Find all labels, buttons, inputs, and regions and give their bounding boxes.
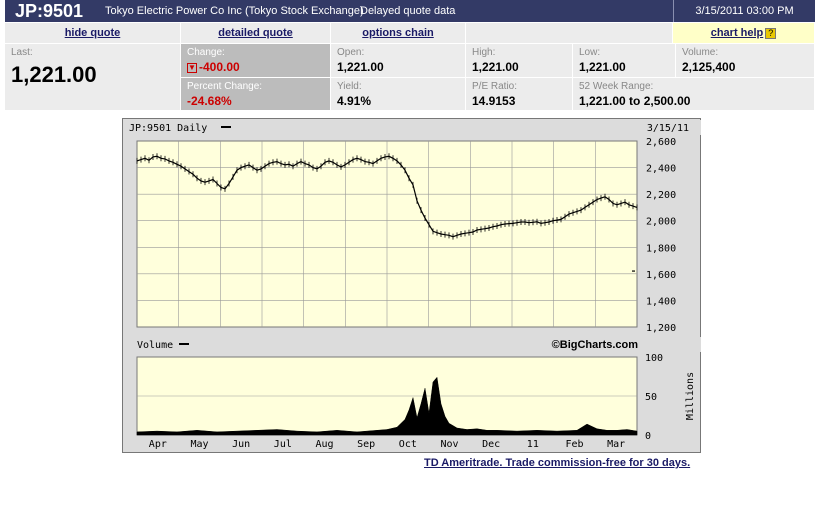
percent-change-label: Percent Change: (187, 81, 263, 92)
open-label: Open: (337, 47, 365, 58)
hide-quote-link[interactable]: hide quote (65, 27, 121, 39)
month-xtick-label: Nov (440, 439, 458, 450)
month-xtick-label: May (190, 439, 208, 450)
empty-link-cell (466, 23, 673, 43)
quote-datetime: 3/15/2011 03:00 PM (673, 0, 815, 22)
month-xtick-label: 11 (527, 439, 539, 450)
open-cell: Open: 1,221.00 (331, 44, 466, 78)
volume-ytick-label: 50 (645, 392, 657, 403)
volume-cell: Volume: 2,125,400 (676, 44, 815, 78)
hide-quote-cell: hide quote (5, 23, 181, 43)
last-price: 1,221.00 (11, 62, 97, 87)
month-xtick-label: Oct (399, 439, 417, 450)
week-range-label: 52 Week Range: (579, 81, 654, 92)
month-xtick-label: Dec (482, 439, 500, 450)
pe-ratio-cell: P/E Ratio: 14.9153 (466, 78, 573, 111)
price-chart-title: JP:9501 Daily (129, 123, 207, 134)
chart-svg: JP:9501 Daily 3/15/11 1,200 1,400 1,600 1,800… (124, 120, 701, 450)
options-chain-link[interactable]: options chain (362, 27, 434, 39)
company-name: Tokyo Electric Power Co Inc (Tokyo Stock… (105, 5, 364, 17)
chart-help-link[interactable]: chart help (711, 27, 764, 39)
chart-help-cell: chart help? (673, 23, 815, 43)
ad-link[interactable]: TD Ameritrade. Trade commission-free for… (424, 457, 690, 469)
price-volume-chart[interactable]: JP:9501 Daily 3/15/11 1,200 1,400 1,600 1,800… (122, 118, 701, 453)
chart-date-label: 3/15/11 (647, 123, 689, 134)
month-xtick-label: Sep (357, 439, 375, 450)
quote-table: Last: 1,221.00 Change: ▼ -400.00 Percent … (5, 44, 815, 111)
change-label: Change: (187, 47, 225, 58)
price-ytick-label: 2,200 (646, 190, 676, 201)
change-cell: Change: ▼ -400.00 (181, 44, 331, 78)
bigcharts-watermark: ©BigCharts.com (552, 339, 639, 351)
last-price-cell: Last: 1,221.00 (5, 44, 181, 111)
price-ytick-label: 1,400 (646, 296, 676, 307)
month-xtick-label: Aug (315, 439, 333, 450)
volume-legend-swatch (179, 343, 189, 345)
price-title-strip (124, 120, 701, 135)
price-legend-swatch (221, 126, 231, 128)
price-ytick-label: 1,600 (646, 270, 676, 281)
percent-change-cell: Percent Change: -24.68% (181, 78, 331, 111)
options-chain-cell: options chain (331, 23, 466, 43)
open-value: 1,221.00 (337, 60, 384, 74)
price-ytick-label: 2,000 (646, 217, 676, 228)
month-xtick-label: Apr (149, 439, 167, 450)
quote-header: JP:9501 Tokyo Electric Power Co Inc (Tok… (5, 0, 815, 22)
delayed-notice: Delayed quote data (360, 5, 456, 17)
volume-ytick-label: 0 (645, 431, 651, 442)
month-xtick-label: Mar (607, 439, 625, 450)
volume-ytick-label: 100 (645, 353, 663, 364)
volume-label: Volume: (682, 47, 719, 58)
detailed-quote-link[interactable]: detailed quote (218, 27, 293, 39)
quote-links-row: hide quote detailed quote options chain … (5, 23, 815, 43)
volume-chart-title: Volume (137, 340, 173, 351)
month-xtick-label: Jul (274, 439, 292, 450)
price-ytick-label: 2,400 (646, 164, 676, 175)
low-cell: Low: 1,221.00 (573, 44, 676, 78)
month-xtick-label: Feb (565, 439, 583, 450)
percent-change-value: -24.68% (187, 94, 232, 108)
price-ytick-label: 1,200 (646, 323, 676, 334)
down-arrow-icon: ▼ (187, 62, 197, 73)
yield-label: Yield: (337, 81, 362, 92)
price-ytick-label: 1,800 (646, 243, 676, 254)
high-label: High: (472, 47, 496, 58)
pe-ratio-label: P/E Ratio: (472, 81, 518, 92)
yield-value: 4.91% (337, 94, 372, 108)
low-value: 1,221.00 (579, 60, 626, 74)
high-value: 1,221.00 (472, 60, 519, 74)
volume-value: 2,125,400 (682, 60, 736, 74)
low-label: Low: (579, 47, 601, 58)
high-cell: High: 1,221.00 (466, 44, 573, 78)
week-range-cell: 52 Week Range: 1,221.00 to 2,500.00 (573, 78, 815, 111)
change-value: -400.00 (199, 60, 240, 74)
yield-cell: Yield: 4.91% (331, 78, 466, 111)
detailed-quote-cell: detailed quote (181, 23, 331, 43)
price-ytick-label: 2,600 (646, 137, 676, 148)
week-range-value: 1,221.00 to 2,500.00 (579, 94, 691, 108)
ticker-symbol: JP:9501 (15, 1, 84, 21)
last-label: Last: (11, 47, 33, 58)
pe-ratio-value: 14.9153 (472, 94, 516, 108)
help-icon[interactable]: ? (765, 27, 777, 39)
volume-ylabel: Millions (685, 372, 696, 420)
month-xtick-label: Jun (232, 439, 250, 450)
